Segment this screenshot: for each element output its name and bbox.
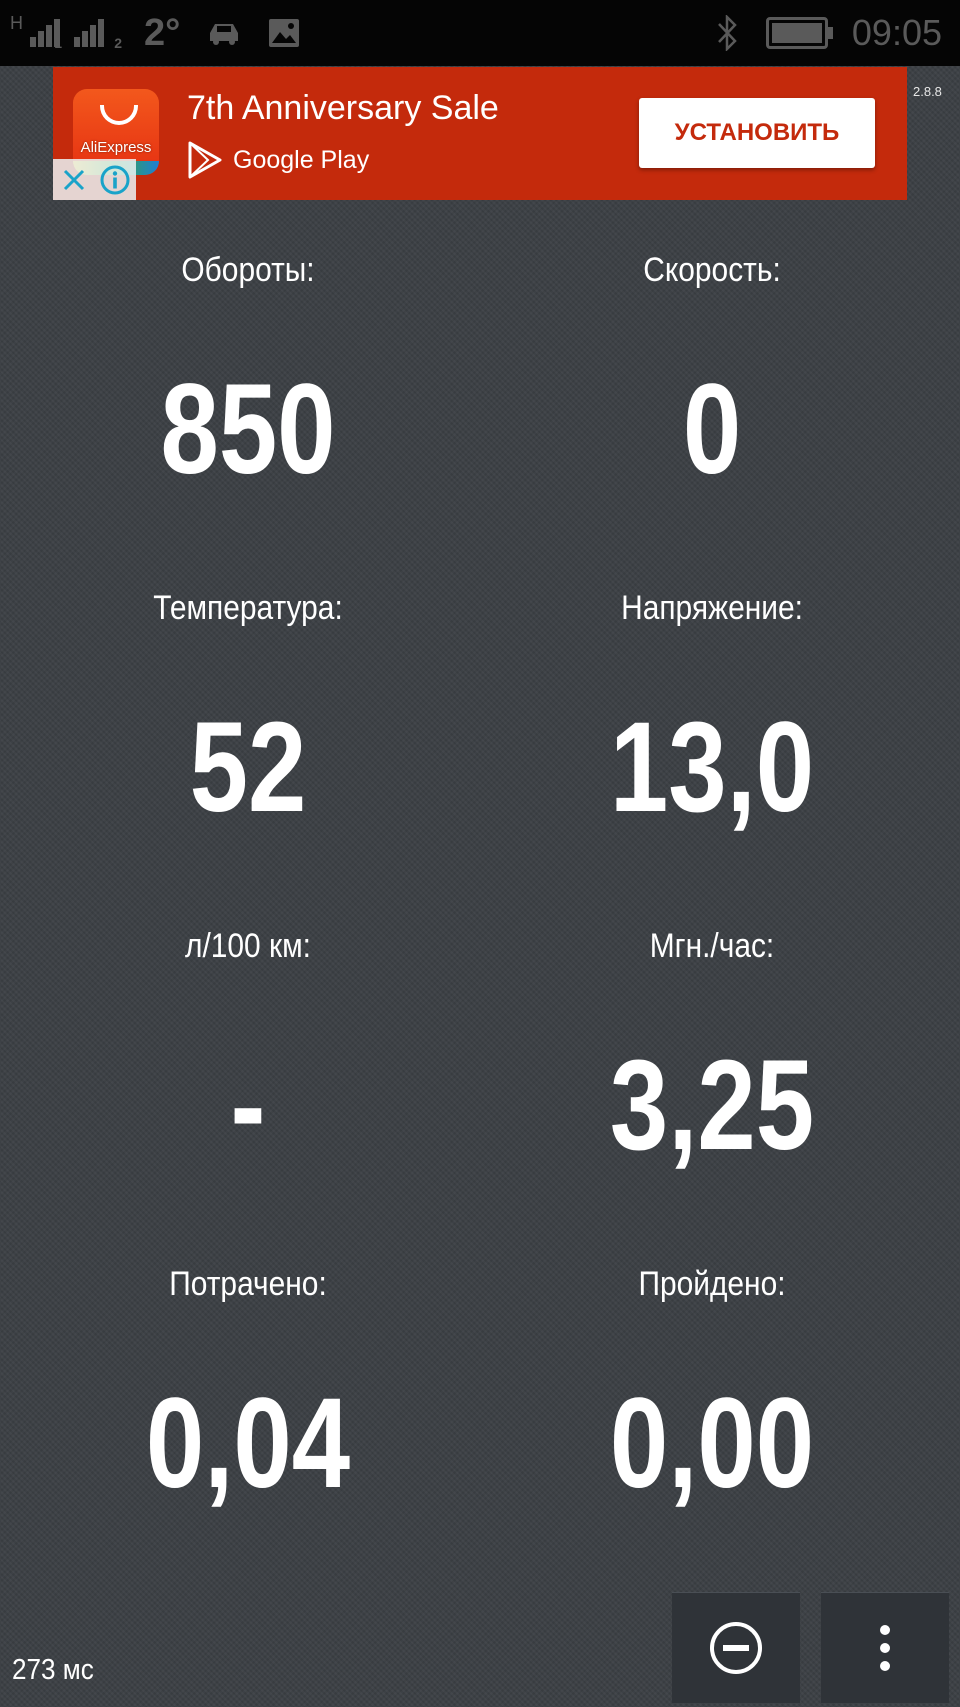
instant-per-hour-value[interactable]: 3,25 bbox=[515, 1042, 909, 1170]
status-bar-right: 09:05 bbox=[716, 0, 942, 66]
bluetooth-icon bbox=[717, 15, 737, 51]
status-bar: H 1 2 2° 09:05 bbox=[0, 0, 960, 66]
more-menu-button[interactable] bbox=[821, 1592, 949, 1703]
fuel-per-100km-value[interactable]: - bbox=[51, 1042, 445, 1170]
remove-circle-icon bbox=[710, 1622, 762, 1674]
distance-value[interactable]: 0,00 bbox=[515, 1380, 909, 1508]
battery-icon bbox=[765, 17, 833, 49]
google-play-label: Google Play bbox=[233, 145, 370, 174]
signal-sim1-icon: H 1 bbox=[10, 13, 62, 53]
gallery-icon bbox=[269, 19, 300, 47]
fuel-spent-value[interactable]: 0,04 bbox=[51, 1380, 445, 1508]
more-vertical-icon bbox=[880, 1625, 890, 1671]
ad-controls bbox=[53, 159, 136, 200]
rpm-value[interactable]: 850 bbox=[51, 366, 445, 494]
sim1-label: 1 bbox=[54, 35, 62, 51]
app-version-label: 2.8.8 bbox=[913, 84, 942, 99]
ad-app-brand: AliExpress bbox=[80, 139, 152, 156]
speed-label: Скорость: bbox=[643, 251, 781, 289]
voltage-label: Напряжение: bbox=[621, 589, 803, 627]
install-button[interactable]: УСТАНОВИТЬ bbox=[639, 98, 875, 168]
distance-label: Пройдено: bbox=[638, 1265, 786, 1303]
speed-value[interactable]: 0 bbox=[515, 366, 909, 494]
ad-title[interactable]: 7th Anniversary Sale bbox=[187, 89, 499, 128]
voltage-value[interactable]: 13,0 bbox=[515, 704, 909, 832]
close-icon[interactable] bbox=[53, 159, 94, 200]
remove-button[interactable] bbox=[672, 1592, 800, 1703]
rpm-label: Обороты: bbox=[181, 251, 315, 289]
temperature-text: 2° bbox=[144, 11, 181, 54]
fuel-spent-label: Потрачено: bbox=[169, 1265, 327, 1303]
temperature-value[interactable]: 52 bbox=[51, 704, 445, 832]
status-time: 09:05 bbox=[851, 12, 942, 53]
status-bar-left: H 1 2 2° bbox=[10, 0, 300, 66]
info-icon[interactable] bbox=[94, 159, 135, 200]
fuel-per-100km-label: л/100 км: bbox=[185, 927, 311, 965]
temperature-label: Температура: bbox=[153, 589, 343, 627]
latency-text: 273 мс bbox=[12, 1654, 94, 1686]
google-play-icon bbox=[188, 141, 222, 179]
instant-per-hour-label: Мгн./час: bbox=[649, 927, 775, 965]
ad-banner[interactable]: AliExpress 7th Anniversary Sale Google P… bbox=[53, 67, 907, 200]
signal-sim2-icon: 2 bbox=[70, 13, 122, 53]
google-play-badge: Google Play bbox=[187, 141, 369, 179]
network-type-label: H bbox=[10, 13, 23, 33]
sim2-label: 2 bbox=[114, 35, 122, 51]
car-icon bbox=[210, 24, 239, 45]
